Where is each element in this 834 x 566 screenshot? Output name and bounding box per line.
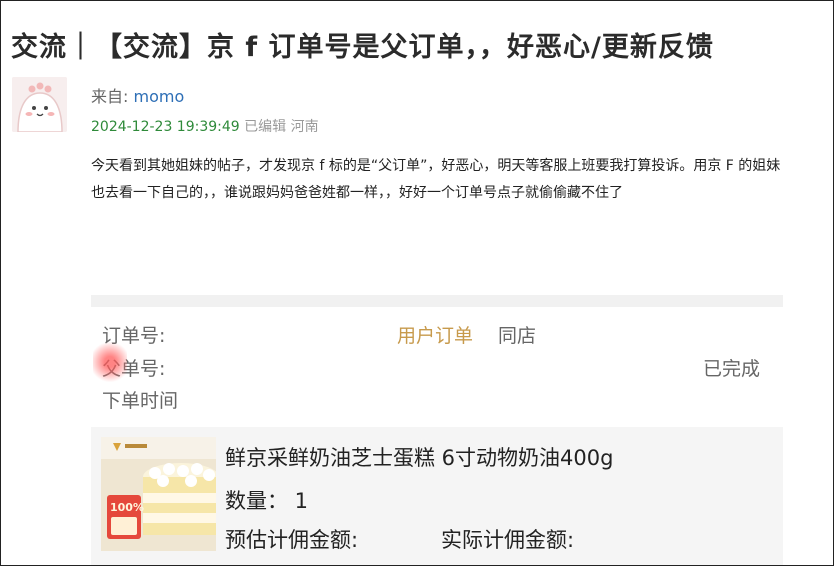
estimated-commission-label: 预估计佣金额: xyxy=(225,528,359,552)
order-status: 已完成 xyxy=(703,358,761,380)
avatar[interactable] xyxy=(12,77,67,132)
avatar-image xyxy=(12,77,67,132)
product-image[interactable]: 100% xyxy=(101,437,216,551)
thumb-badge: 100% xyxy=(110,501,144,514)
from-label: 来自: xyxy=(91,87,134,106)
content-divider xyxy=(91,295,783,307)
post-body: 今天看到其她姐妹的帖子，才发现京 f 标的是“父订单”，好恶心，明天等客服上班要… xyxy=(91,158,781,201)
user-order-tag: 用户订单 xyxy=(397,325,474,347)
product-quantity: 数量： 1 xyxy=(225,489,309,513)
redaction-mark xyxy=(93,341,127,383)
cake-illustration: 100% xyxy=(101,437,216,551)
screenshot-frame: 交流｜【交流】京 f 订单号是父订单，，好恶心/更新反馈 来自: momo 20… xyxy=(0,0,834,566)
author-line: 来自: momo xyxy=(91,83,184,107)
actual-commission-label: 实际计佣金额: xyxy=(441,528,575,552)
author-link[interactable]: momo xyxy=(133,87,184,106)
post-title: 交流｜【交流】京 f 订单号是父订单，，好恶心/更新反馈 xyxy=(11,32,714,63)
product-name[interactable]: 鲜京采鲜奶油芝士蛋糕 6寸动物奶油400g xyxy=(225,442,613,472)
order-time-label: 下单时间 xyxy=(102,390,179,412)
post-timestamp: 2024-12-23 19:39:49 xyxy=(91,119,240,135)
same-store-tag: 同店 xyxy=(498,325,537,347)
post-meta: 2024-12-23 19:39:49 已编辑 河南 xyxy=(91,116,319,136)
post-location: 河南 xyxy=(290,119,319,135)
edited-badge: 已编辑 xyxy=(244,119,287,135)
